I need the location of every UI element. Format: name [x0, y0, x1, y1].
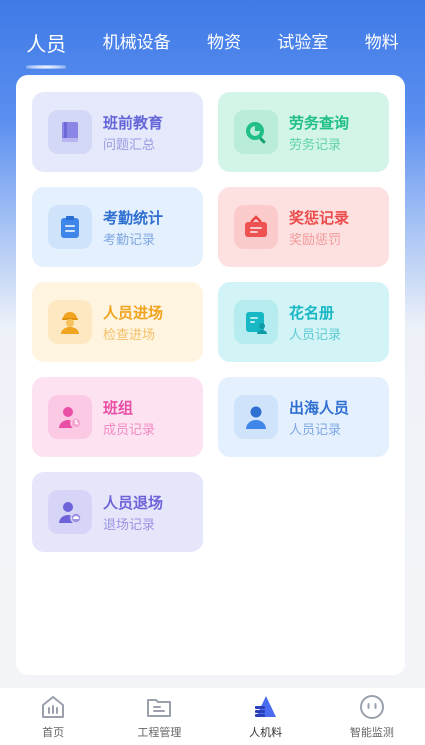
- card-subtitle: 检查进场: [103, 328, 156, 343]
- tab-supplies[interactable]: 物资: [203, 24, 245, 57]
- folder-icon: [147, 699, 172, 717]
- card-title: 考勤统计: [103, 209, 164, 227]
- roster-icon: [234, 300, 278, 344]
- card-labor-query[interactable]: 劳务查询 劳务记录: [218, 92, 389, 172]
- resources-icon: [254, 696, 276, 717]
- book-icon: [48, 110, 92, 154]
- nav-resources[interactable]: 人机料: [226, 693, 306, 740]
- tab-laboratory[interactable]: 试验室: [273, 24, 332, 57]
- nav-label: 工程管理: [137, 726, 182, 739]
- card-subtitle: 考勤记录: [103, 233, 156, 248]
- card-subtitle: 人员记录: [289, 328, 342, 343]
- card-subtitle: 奖励惩罚: [289, 233, 342, 248]
- card-pre-shift-education[interactable]: 班前教育 问题汇总: [32, 92, 203, 172]
- home-icon: [42, 696, 65, 718]
- card-title: 人员进场: [103, 304, 164, 322]
- card-subtitle: 人员记录: [289, 423, 342, 438]
- nav-smart-monitoring[interactable]: 智能监测: [332, 693, 412, 740]
- card-title: 奖惩记录: [289, 209, 350, 227]
- card-subtitle: 问题汇总: [103, 138, 156, 153]
- card-subtitle: 退场记录: [103, 518, 156, 533]
- card-title: 劳务查询: [289, 114, 350, 132]
- card-subtitle: 劳务记录: [289, 138, 342, 153]
- card-title: 班前教育: [103, 114, 164, 132]
- bottom-nav: 首页 工程管理 人机料 智能监测: [0, 688, 425, 745]
- card-title: 人员退场: [103, 494, 164, 512]
- card-title: 出海人员: [289, 399, 350, 417]
- card-offshore-personnel[interactable]: 出海人员 人员记录: [218, 377, 389, 457]
- nav-label: 首页: [42, 726, 65, 739]
- card-title: 班组: [103, 399, 134, 417]
- clipboard-icon: [48, 205, 92, 249]
- tab-materials[interactable]: 物料: [361, 24, 403, 57]
- card-rewards-penalties[interactable]: 奖惩记录 奖励惩罚: [218, 187, 389, 267]
- person-exit-icon: [48, 490, 92, 534]
- card-team[interactable]: 班组 成员记录: [32, 377, 203, 457]
- tab-personnel[interactable]: 人员: [22, 24, 70, 61]
- top-tabs: 人员 机械设备 物资 试验室 物料: [0, 24, 425, 64]
- briefcase-icon: [234, 205, 278, 249]
- tab-machinery[interactable]: 机械设备: [99, 24, 175, 57]
- search-icon: [234, 110, 278, 154]
- card-subtitle: 成员记录: [103, 423, 156, 438]
- worker-icon: [48, 300, 92, 344]
- person-icon: [234, 395, 278, 439]
- nav-label: 智能监测: [349, 726, 394, 739]
- card-roster[interactable]: 花名册 人员记录: [218, 282, 389, 362]
- monitor-face-icon: [359, 695, 384, 719]
- card-attendance-stats[interactable]: 考勤统计 考勤记录: [32, 187, 203, 267]
- card-personnel-exit[interactable]: 人员退场 退场记录: [32, 472, 203, 552]
- team-icon: [48, 395, 92, 439]
- nav-home[interactable]: 首页: [13, 693, 93, 740]
- nav-label: 人机料: [249, 726, 283, 739]
- nav-project-management[interactable]: 工程管理: [119, 693, 199, 740]
- feature-panel: 班前教育 问题汇总 劳务查询 劳务记录 考勤统计 考勤记录 奖惩记录 奖励惩罚 …: [16, 75, 405, 675]
- card-title: 花名册: [289, 304, 335, 322]
- card-personnel-entry[interactable]: 人员进场 检查进场: [32, 282, 203, 362]
